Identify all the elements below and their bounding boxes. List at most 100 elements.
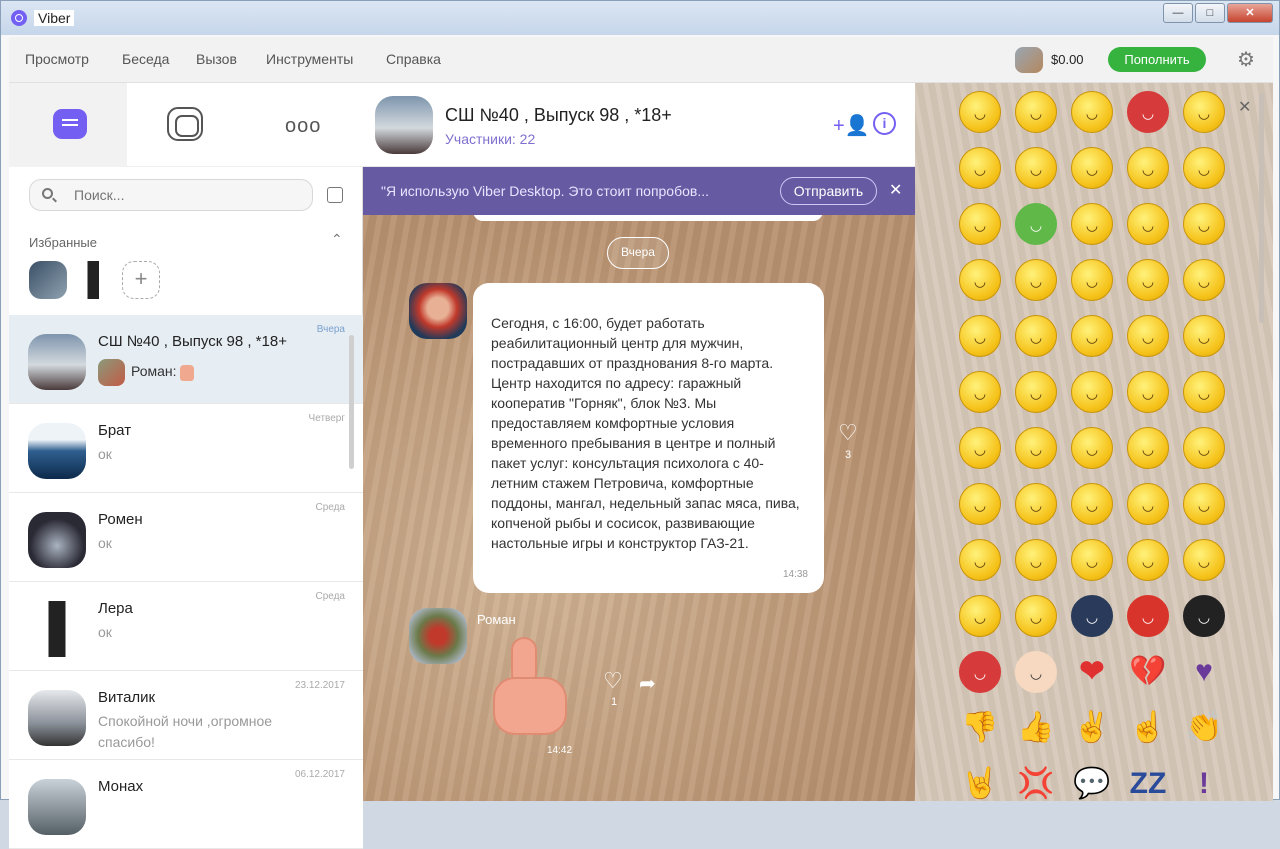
chat-item[interactable]: Монах 06.12.2017 <box>9 760 363 849</box>
confused-emoji-icon[interactable]: ◡ <box>959 595 1001 637</box>
tongue-emoji-icon[interactable]: ◡ <box>959 147 1001 189</box>
account-avatar[interactable] <box>1015 47 1043 73</box>
gear-icon[interactable]: ⚙ <box>1235 49 1257 71</box>
pensive-emoji-icon[interactable]: ◡ <box>1183 483 1225 525</box>
grin-teeth-emoji-icon[interactable]: ◡ <box>1127 203 1169 245</box>
drool-emoji-icon[interactable]: ◡ <box>1183 539 1225 581</box>
minimize-button[interactable]: — <box>1163 3 1193 23</box>
tongue-side-emoji-icon[interactable]: ◡ <box>1183 203 1225 245</box>
tab-stories[interactable] <box>127 83 245 167</box>
sender-avatar[interactable] <box>409 608 467 664</box>
exclaim-emoji-icon[interactable]: ! <box>1183 763 1225 805</box>
sad-emoji-icon[interactable]: ◡ <box>959 315 1001 357</box>
eye-roll-emoji-icon[interactable]: ◡ <box>1127 427 1169 469</box>
worried-emoji-icon[interactable]: ◡ <box>1071 203 1113 245</box>
music-emoji-icon[interactable]: ◡ <box>1127 539 1169 581</box>
kiss-emoji-icon[interactable]: ◡ <box>1071 371 1113 413</box>
like-icon[interactable]: ♡ <box>603 670 625 692</box>
heart-eyes-emoji-icon[interactable]: ◡ <box>1183 91 1225 133</box>
chat-item[interactable]: СШ №40 , Выпуск 98 , *18+ Роман: Вчера <box>9 315 363 404</box>
smug-emoji-icon[interactable]: ◡ <box>1071 483 1113 525</box>
group-avatar[interactable] <box>375 96 433 154</box>
money-eyes-emoji-icon[interactable]: ◡ <box>959 259 1001 301</box>
frustrated-emoji-icon[interactable]: ◡ <box>1015 539 1057 581</box>
angry-emoji-icon[interactable]: ◡ <box>1015 595 1057 637</box>
menu-conversation[interactable]: Беседа <box>122 51 169 67</box>
favorite-contact[interactable] <box>76 261 114 299</box>
purple-heart-emoji-icon[interactable]: ♥ <box>1183 651 1225 693</box>
unamused-emoji-icon[interactable]: ◡ <box>1127 315 1169 357</box>
neutral-emoji-icon[interactable]: ◡ <box>1015 91 1057 133</box>
peace-emoji-icon[interactable]: ✌ <box>1071 707 1113 749</box>
anger-emoji-icon[interactable]: 💢 <box>1015 763 1057 805</box>
grimace-emoji-icon[interactable]: ◡ <box>959 483 1001 525</box>
chat-list-scrollbar[interactable] <box>349 335 354 469</box>
smile-emoji-icon[interactable]: ◡ <box>959 91 1001 133</box>
chat-item[interactable]: Лера ок Среда <box>9 582 363 671</box>
menu-help[interactable]: Справка <box>386 51 441 67</box>
chat-item[interactable]: Брат ок Четверг <box>9 404 363 493</box>
tab-more[interactable]: ooo <box>245 83 363 167</box>
menu-view[interactable]: Просмотр <box>25 51 89 67</box>
ninja-emoji-icon[interactable]: ◡ <box>1071 595 1113 637</box>
close-icon[interactable]: ✕ <box>889 180 902 200</box>
zzz-emoji-icon[interactable]: ZZ <box>1127 763 1169 805</box>
chevron-up-icon[interactable]: ⌃ <box>331 231 343 248</box>
mad-emoji-icon[interactable]: ◡ <box>959 539 1001 581</box>
big-grin-emoji-icon[interactable]: ◡ <box>1183 371 1225 413</box>
members-count[interactable]: Участники: 22 <box>445 131 535 147</box>
heart-emoji-icon[interactable]: ❤ <box>1071 651 1113 693</box>
laugh-emoji-icon[interactable]: ◡ <box>1015 147 1057 189</box>
speech-emoji-icon[interactable]: 💬 <box>1071 763 1113 805</box>
chat-item[interactable]: Виталик Спокойной ночи ,огромное спасибо… <box>9 671 363 760</box>
topup-button[interactable]: Пополнить <box>1108 47 1206 72</box>
laugh-tear-emoji-icon[interactable]: ◡ <box>1127 259 1169 301</box>
smirk-emoji-icon[interactable]: ◡ <box>1015 259 1057 301</box>
thumbs-up-emoji-icon[interactable]: 👍 <box>1015 707 1057 749</box>
wink-emoji-icon[interactable]: ◡ <box>1071 259 1113 301</box>
menu-tools[interactable]: Инструменты <box>266 51 353 67</box>
finger-emoji-icon[interactable]: ☝ <box>1127 707 1169 749</box>
info-icon[interactable]: i <box>873 112 896 135</box>
broken-heart-emoji-icon[interactable]: 💔 <box>1127 651 1169 693</box>
rock-emoji-icon[interactable]: 🤘 <box>959 763 1001 805</box>
dead-emoji-icon[interactable]: ◡ <box>1015 427 1057 469</box>
emoji-scrollbar[interactable] <box>1259 93 1264 323</box>
shock-emoji-icon[interactable]: ◡ <box>1071 147 1113 189</box>
cry-loud-emoji-icon[interactable]: ◡ <box>959 203 1001 245</box>
clap-emoji-icon[interactable]: 👏 <box>1183 707 1225 749</box>
sender-avatar[interactable] <box>409 283 467 339</box>
devil-emoji-icon[interactable]: ◡ <box>959 651 1001 693</box>
rofl-emoji-icon[interactable]: ◡ <box>1015 371 1057 413</box>
tab-chats[interactable] <box>9 83 127 167</box>
share-icon[interactable]: ➦ <box>639 671 656 696</box>
angry-red-emoji-icon[interactable]: ◡ <box>1127 91 1169 133</box>
annoyed-emoji-icon[interactable]: ◡ <box>1183 427 1225 469</box>
teary-emoji-icon[interactable]: ◡ <box>1071 539 1113 581</box>
banner-send-button[interactable]: Отправить <box>780 177 877 205</box>
close-button[interactable]: ✕ <box>1227 3 1273 23</box>
thumbs-down-emoji-icon[interactable]: 👎 <box>959 707 1001 749</box>
add-favorite-button[interactable]: + <box>122 261 160 299</box>
surprised-emoji-icon[interactable]: ◡ <box>1015 483 1057 525</box>
favorite-contact[interactable] <box>29 261 67 299</box>
menu-call[interactable]: Вызов <box>196 51 237 67</box>
bat-emoji-icon[interactable]: ◡ <box>1183 595 1225 637</box>
like-icon[interactable]: ♡ <box>838 422 860 444</box>
sick-green-emoji-icon[interactable]: ◡ <box>1015 203 1057 245</box>
tired-emoji-icon[interactable]: ◡ <box>1127 483 1169 525</box>
maximize-button[interactable]: □ <box>1195 3 1225 23</box>
thumbs-up-sticker[interactable] <box>489 635 571 739</box>
whistle-emoji-icon[interactable]: ◡ <box>959 371 1001 413</box>
hmm-emoji-icon[interactable]: ◡ <box>1071 427 1113 469</box>
add-participant-icon[interactable]: +👤 <box>833 113 870 137</box>
search-input[interactable] <box>74 187 294 203</box>
close-icon[interactable]: ✕ <box>1238 97 1251 117</box>
dizzy-emoji-icon[interactable]: ◡ <box>959 427 1001 469</box>
wink-tongue-emoji-icon[interactable]: ◡ <box>1071 91 1113 133</box>
nerd-emoji-icon[interactable]: ◡ <box>1071 315 1113 357</box>
grin-emoji-icon[interactable]: ◡ <box>1183 147 1225 189</box>
compose-icon[interactable] <box>327 187 343 203</box>
crazy-emoji-icon[interactable]: ◡ <box>1015 315 1057 357</box>
message-bubble[interactable]: Сегодня, с 16:00, будет работать реабили… <box>473 283 824 593</box>
